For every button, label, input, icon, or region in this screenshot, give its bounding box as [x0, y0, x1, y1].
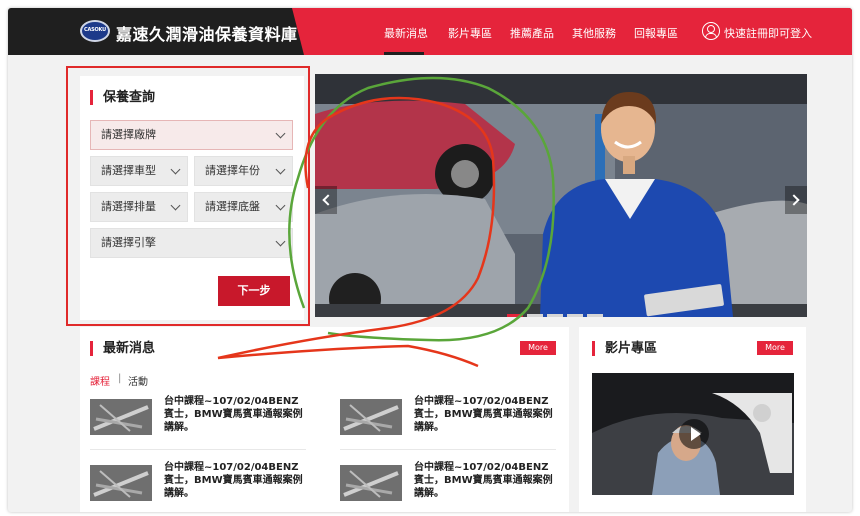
news-item[interactable]: 台中課程~107/02/04BENZ賓士，BMW寶馬賓車通報案例講解。 [90, 461, 306, 512]
chevron-left-icon [322, 194, 334, 206]
tab-event[interactable]: 活動 [128, 373, 148, 388]
news-divider [90, 449, 306, 450]
news-thumbnail [90, 465, 152, 501]
carousel-dot[interactable] [567, 314, 583, 317]
nav-active-indicator [384, 52, 424, 55]
video-section: 影片專區 More [579, 327, 806, 512]
search-highlight-box [66, 66, 310, 326]
news-item-text: 台中課程~107/02/04BENZ賓士，BMW寶馬賓車通報案例講解。 [414, 396, 553, 433]
video-thumbnail[interactable] [592, 373, 794, 495]
news-thumbnail [340, 399, 402, 435]
news-item-text: 台中課程~107/02/04BENZ賓士，BMW寶馬賓車通報案例講解。 [164, 462, 303, 499]
nav-report[interactable]: 回報專區 [634, 25, 678, 41]
nav-products[interactable]: 推薦產品 [510, 25, 554, 41]
casoku-logo[interactable]: CASOKU [80, 20, 110, 42]
logo-text: CASOKU [83, 27, 107, 33]
user-icon[interactable] [702, 22, 720, 40]
hero-carousel[interactable] [315, 74, 807, 317]
browser-page: CASOKU 嘉速久潤滑油保養資料庫 最新消息 影片專區 推薦產品 其他服務 回… [8, 8, 852, 512]
news-item-text: 台中課程~107/02/04BENZ賓士，BMW寶馬賓車通報案例講解。 [414, 462, 553, 499]
nav-services[interactable]: 其他服務 [572, 25, 616, 41]
carousel-dot[interactable] [547, 314, 563, 317]
play-icon[interactable] [679, 419, 709, 449]
login-link[interactable]: 快速註冊即可登入 [724, 25, 812, 41]
carousel-dot[interactable] [527, 314, 543, 317]
tab-separator: | [118, 373, 122, 384]
site-header: CASOKU 嘉速久潤滑油保養資料庫 最新消息 影片專區 推薦產品 其他服務 回… [8, 8, 852, 55]
video-carousel-dots [644, 505, 719, 512]
video-more-button[interactable]: More [757, 341, 793, 355]
news-item-text: 台中課程~107/02/04BENZ賓士，BMW寶馬賓車通報案例講解。 [164, 396, 303, 433]
news-thumbnail [90, 399, 152, 435]
news-item[interactable]: 台中課程~107/02/04BENZ賓士，BMW寶馬賓車通報案例講解。 [340, 461, 556, 512]
news-section: 最新消息 More 課程 | 活動 台中課程~107/02/04BENZ賓士，B… [80, 327, 569, 512]
news-item[interactable]: 台中課程~107/02/04BENZ賓士，BMW寶馬賓車通報案例講解。 [340, 395, 556, 451]
video-title: 影片專區 [592, 341, 657, 356]
carousel-dot[interactable] [507, 314, 523, 317]
news-title: 最新消息 [90, 341, 155, 356]
carousel-dot[interactable] [587, 314, 603, 317]
news-more-button[interactable]: More [520, 341, 556, 355]
carousel-prev-button[interactable] [315, 186, 337, 214]
carousel-dots [507, 302, 607, 317]
hero-image [315, 74, 807, 317]
nav-news[interactable]: 最新消息 [384, 25, 428, 41]
chevron-right-icon [788, 194, 800, 206]
news-item[interactable]: 台中課程~107/02/04BENZ賓士，BMW寶馬賓車通報案例講解。 [90, 395, 306, 451]
nav-videos[interactable]: 影片專區 [448, 25, 492, 41]
news-divider [340, 449, 556, 450]
tab-course[interactable]: 課程 [90, 373, 110, 388]
carousel-next-button[interactable] [785, 186, 807, 214]
news-thumbnail [340, 465, 402, 501]
site-title[interactable]: 嘉速久潤滑油保養資料庫 [116, 21, 298, 45]
